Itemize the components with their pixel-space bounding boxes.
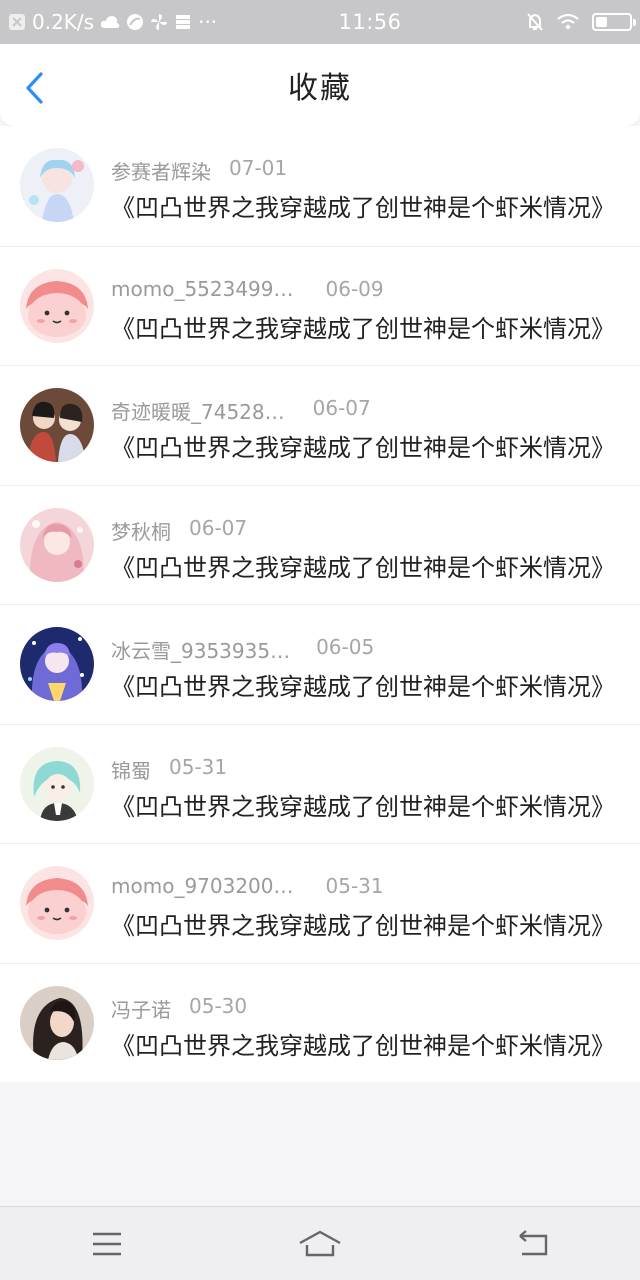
- favorite-title[interactable]: 《凹凸世界之我穿越成了创世神是个虾米情况》: [111, 428, 621, 463]
- favorite-title[interactable]: 《凹凸世界之我穿越成了创世神是个虾米情况》: [111, 309, 621, 344]
- avatar[interactable]: [20, 148, 94, 222]
- date: 06-05: [316, 635, 375, 659]
- list-item: 冰云雪_9353935… 06-05 《凹凸世界之我穿越成了创世神是个虾米情况》: [0, 604, 640, 724]
- item-meta: 锦蜀 05-31: [111, 755, 227, 784]
- list-item: 锦蜀 05-31 《凹凸世界之我穿越成了创世神是个虾米情况》: [0, 723, 640, 844]
- system-nav-bar: [0, 1206, 640, 1280]
- item-meta: 冰云雪_9353935… 06-05: [111, 635, 374, 664]
- home-icon: [299, 1230, 341, 1256]
- username[interactable]: momo_5523499…: [111, 277, 294, 301]
- chevron-left-icon: [26, 72, 43, 104]
- username[interactable]: 锦蜀: [111, 755, 151, 784]
- date: 05-30: [189, 993, 248, 1018]
- more-indicator: ···: [198, 10, 218, 34]
- list-item: momo_9703200… 05-31 《凹凸世界之我穿越成了创世神是个虾米情况…: [0, 843, 640, 963]
- date: 06-09: [325, 276, 384, 301]
- avatar[interactable]: [20, 866, 94, 940]
- date: 05-31: [169, 754, 228, 779]
- net-speed: 0.2K/s: [32, 10, 95, 34]
- avatar[interactable]: [20, 268, 94, 343]
- avatar[interactable]: [20, 985, 94, 1060]
- avatar[interactable]: [20, 507, 94, 582]
- username[interactable]: momo_9703200…: [111, 874, 294, 898]
- back-nav-button[interactable]: [493, 1214, 573, 1274]
- list-item: 冯子诺 05-30 《凹凸世界之我穿越成了创世神是个虾米情况》: [0, 962, 640, 1083]
- avatar[interactable]: [20, 388, 94, 462]
- back-icon: [519, 1229, 548, 1255]
- list-item: 奇迹暖暖_74528… 06-07 《凹凸世界之我穿越成了创世神是个虾米情况》: [0, 365, 640, 485]
- favorite-title[interactable]: 《凹凸世界之我穿越成了创世神是个虾米情况》: [111, 548, 621, 583]
- battery-icon: [592, 13, 636, 31]
- favorite-title[interactable]: 《凹凸世界之我穿越成了创世神是个虾米情况》: [111, 1026, 621, 1061]
- pinwheel-icon: [150, 13, 168, 31]
- date: 06-07: [189, 515, 248, 540]
- item-meta: 参赛者辉染 07-01: [111, 156, 287, 185]
- home-button[interactable]: [280, 1214, 360, 1274]
- bell-muted-icon: [526, 12, 544, 32]
- username[interactable]: 奇迹暖暖_74528…: [111, 396, 285, 425]
- date: 05-31: [325, 874, 384, 898]
- username[interactable]: 参赛者辉染: [111, 156, 211, 185]
- username[interactable]: 梦秋桐: [111, 516, 171, 545]
- menu-button[interactable]: [67, 1214, 147, 1274]
- list-item: 参赛者辉染 07-01 《凹凸世界之我穿越成了创世神是个虾米情况》: [0, 126, 640, 246]
- item-meta: 奇迹暖暖_74528… 06-07: [111, 396, 371, 425]
- menu-icon: [92, 1232, 121, 1255]
- date: 07-01: [229, 156, 288, 180]
- item-meta: 梦秋桐 06-07: [111, 516, 247, 545]
- favorites-list: 参赛者辉染 07-01 《凹凸世界之我穿越成了创世神是个虾米情况》 momo_5…: [0, 126, 640, 1082]
- item-meta: momo_5523499… 06-09: [111, 277, 384, 301]
- list-item: 梦秋桐 06-07 《凹凸世界之我穿越成了创世神是个虾米情况》: [0, 484, 640, 605]
- status-left: 0.2K/s ···: [8, 10, 258, 34]
- back-button[interactable]: [18, 68, 52, 108]
- cloud-icon: [100, 14, 120, 30]
- favorite-title[interactable]: 《凹凸世界之我穿越成了创世神是个虾米情况》: [111, 906, 621, 941]
- leaf-icon: [126, 13, 144, 31]
- page-title: 收藏: [288, 71, 352, 106]
- database-icon: [174, 13, 192, 31]
- list-item: momo_5523499… 06-09 《凹凸世界之我穿越成了创世神是个虾米情况…: [0, 245, 640, 366]
- favorite-title[interactable]: 《凹凸世界之我穿越成了创世神是个虾米情况》: [111, 188, 621, 223]
- avatar[interactable]: [20, 627, 94, 701]
- clock: 11:56: [338, 10, 402, 34]
- notification-close-icon: [8, 13, 26, 31]
- item-meta: 冯子诺 05-30: [111, 994, 247, 1023]
- item-meta: momo_9703200… 05-31: [111, 874, 384, 898]
- status-right: [512, 12, 636, 32]
- status-bar: 0.2K/s ··· 11:56: [0, 0, 640, 44]
- wifi-icon: [556, 13, 580, 31]
- favorite-title[interactable]: 《凹凸世界之我穿越成了创世神是个虾米情况》: [111, 667, 621, 702]
- date: 06-07: [312, 396, 371, 420]
- username[interactable]: 冯子诺: [111, 994, 171, 1023]
- favorite-title[interactable]: 《凹凸世界之我穿越成了创世神是个虾米情况》: [111, 787, 621, 822]
- avatar[interactable]: [20, 746, 94, 821]
- app-header: 收藏: [0, 44, 640, 126]
- username[interactable]: 冰云雪_9353935…: [111, 635, 290, 664]
